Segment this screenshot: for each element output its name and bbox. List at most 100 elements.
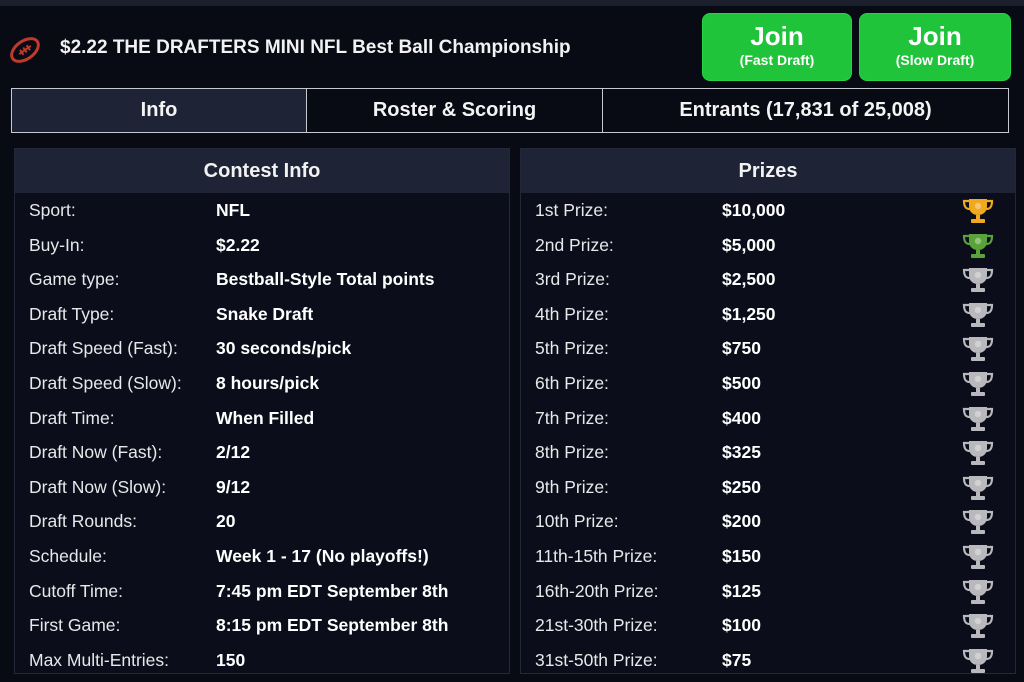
prize-amount: $500 [722,372,761,393]
prize-row: 7th Prize: $400 [521,401,1015,436]
info-label: Draft Type: [29,303,115,324]
prize-label: 31st-50th Prize: [535,649,658,670]
join-slow-sublabel: (Slow Draft) [895,52,975,68]
info-value: Week 1 - 17 (No playoffs!) [216,545,429,566]
silver-trophy-icon [962,441,994,466]
prize-amount: $10,000 [722,200,786,220]
info-value: Snake Draft [216,303,314,324]
prize-label: 6th Prize: [535,372,609,393]
tab-entrants[interactable]: Entrants (17,831 of 25,008) [602,89,1008,132]
prize-amount: $1,250 [722,303,776,324]
info-value: 2/12 [216,442,251,463]
prize-label: 11th-15th Prize: [535,545,658,566]
silver-trophy-icon [962,579,994,604]
info-label: Draft Speed (Slow): [29,372,182,393]
gold-trophy-icon [962,199,994,223]
info-label: Cutoff Time: [29,580,124,601]
prize-label: 4th Prize: [535,303,609,324]
contest-info-row: Max Multi-Entries: 150 [15,643,509,673]
prize-amount: $250 [722,476,761,497]
prize-row: 3rd Prize: $2,500 [521,262,1015,297]
prize-amount: $75 [722,649,752,670]
contest-info-row: Buy-In: $2.22 [15,228,509,263]
contest-info-row: Draft Speed (Slow): 8 hours/pick [15,366,509,401]
prize-row: 16th-20th Prize: $125 [521,574,1015,609]
silver-trophy-icon [962,510,994,535]
join-fast-draft-button[interactable]: Join (Fast Draft) [702,13,852,81]
info-value: 7:45 pm EDT September 8th [216,580,449,601]
prize-amount: $150 [722,545,761,566]
prize-row: 5th Prize: $750 [521,331,1015,366]
prize-row: 11th-15th Prize: $150 [521,539,1015,574]
prize-row: 4th Prize: $1,250 [521,297,1015,332]
info-value: 20 [216,511,236,532]
prize-row: 21st-30th Prize: $100 [521,608,1015,643]
prize-amount: $125 [722,580,761,601]
join-fast-sublabel: (Fast Draft) [739,52,815,68]
info-value: $2.22 [216,234,260,255]
prizes-heading: Prizes [521,149,1015,193]
contest-info-row: Cutoff Time: 7:45 pm EDT September 8th [15,574,509,609]
info-label: Draft Now (Slow): [29,476,167,497]
tab-roster-scoring[interactable]: Roster & Scoring [306,89,602,132]
contest-info-row: Draft Now (Slow): 9/12 [15,470,509,505]
prizes-list: 1st Prize: $10,000 2nd Prize: $5,000 3rd Pri… [521,193,1015,673]
silver-trophy-icon [962,371,994,396]
prize-label: 1st Prize: [535,200,608,220]
prize-amount: $200 [722,511,761,532]
top-strip [0,0,1024,6]
info-value: When Filled [216,407,315,428]
info-value: Bestball-Style Total points [216,269,435,290]
contest-info-panel: Contest Info Sport: NFL Buy-In: $2.22 Game t… [14,148,510,674]
contest-info-row: Draft Rounds: 20 [15,504,509,539]
football-icon [10,37,40,63]
prize-label: 9th Prize: [535,476,609,497]
prizes-panel: Prizes 1st Prize: $10,000 2nd Prize: $5,000… [520,148,1016,674]
silver-trophy-icon [962,406,994,431]
prize-row: 1st Prize: $10,000 [521,193,1015,228]
prize-label: 2nd Prize: [535,234,614,255]
info-label: Sport: [29,200,76,220]
contest-title: $2.22 THE DRAFTERS MINI NFL Best Ball Ch… [60,37,571,58]
prize-row: 2nd Prize: $5,000 [521,228,1015,263]
contest-info-row: Sport: NFL [15,193,509,228]
contest-info-row: First Game: 8:15 pm EDT September 8th [15,608,509,643]
prize-row: 31st-50th Prize: $75 [521,643,1015,673]
prize-amount: $400 [722,407,761,428]
silver-trophy-icon [962,614,994,639]
prize-label: 3rd Prize: [535,269,610,290]
prize-label: 16th-20th Prize: [535,580,659,601]
prize-amount: $5,000 [722,234,776,255]
prize-amount: $2,500 [722,269,776,290]
info-label: Schedule: [29,545,107,566]
tab-info[interactable]: Info [12,89,306,132]
prize-label: 21st-30th Prize: [535,615,658,636]
contest-info-row: Draft Speed (Fast): 30 seconds/pick [15,331,509,366]
prize-amount: $325 [722,442,761,463]
join-slow-label: Join [908,21,962,51]
silver-trophy-icon [962,337,994,362]
silver-trophy-icon [962,302,994,327]
join-slow-draft-button[interactable]: Join (Slow Draft) [859,13,1011,81]
contest-header: $2.22 THE DRAFTERS MINI NFL Best Ball Ch… [0,10,1024,84]
prize-amount: $750 [722,338,761,359]
contest-info-row: Draft Type: Snake Draft [15,297,509,332]
info-label: Max Multi-Entries: [29,649,170,670]
contest-info-row: Schedule: Week 1 - 17 (No playoffs!) [15,539,509,574]
info-value: 8:15 pm EDT September 8th [216,615,449,636]
info-label: First Game: [29,615,121,636]
silver-trophy-icon [962,544,994,569]
info-value: NFL [216,200,251,220]
green-trophy-icon [962,233,994,258]
silver-trophy-icon [962,648,994,673]
prize-amount: $100 [722,615,761,636]
info-value: 150 [216,649,246,670]
info-value: 9/12 [216,476,251,497]
info-value: 8 hours/pick [216,372,320,393]
prize-row: 8th Prize: $325 [521,435,1015,470]
join-fast-label: Join [750,21,804,51]
prize-row: 6th Prize: $500 [521,366,1015,401]
info-label: Game type: [29,269,120,290]
prize-row: 9th Prize: $250 [521,470,1015,505]
contest-info-list: Sport: NFL Buy-In: $2.22 Game type: Bestball-… [15,193,509,673]
